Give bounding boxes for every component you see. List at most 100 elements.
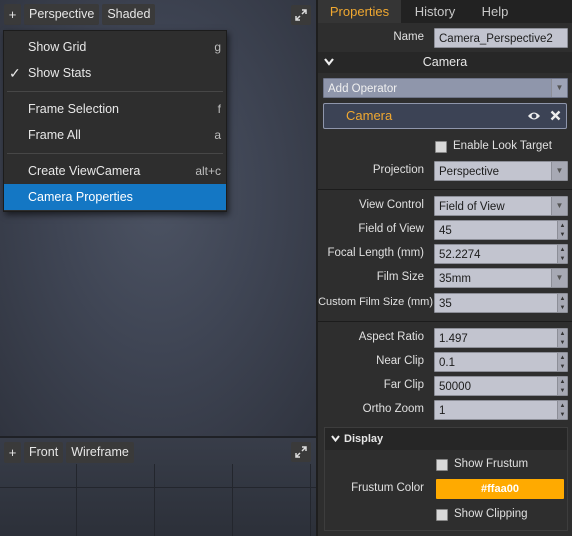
near-clip-label: Near Clip xyxy=(376,355,424,367)
custom-film-size-label: Custom Film Size (mm) xyxy=(318,296,433,308)
view-control-value: Field of View xyxy=(439,201,505,213)
grid-line xyxy=(76,464,77,536)
spinner-icon[interactable]: ▲ ▼ xyxy=(557,329,567,347)
spinner-icon[interactable]: ▲ ▼ xyxy=(557,221,567,239)
field-of-view-label: Field of View xyxy=(358,223,424,235)
focal-length-input[interactable]: 52.2274 ▲ ▼ xyxy=(434,244,568,264)
tab-history[interactable]: History xyxy=(401,0,469,23)
eye-icon[interactable] xyxy=(527,110,541,122)
menu-item-show-grid[interactable]: Show Grid g xyxy=(4,34,226,60)
operator-name: Camera xyxy=(346,108,393,123)
dropdown-arrow-icon: ▼ xyxy=(551,197,567,215)
ortho-zoom-label: Ortho Zoom xyxy=(362,403,424,415)
show-clipping-checkbox[interactable] xyxy=(436,509,448,521)
menu-item-shortcut: g xyxy=(214,40,221,54)
display-section-header[interactable]: Display xyxy=(325,428,567,450)
far-clip-input[interactable]: 50000 ▲ ▼ xyxy=(434,376,568,396)
aspect-ratio-input[interactable]: 1.497 ▲ ▼ xyxy=(434,328,568,348)
maximize-viewport-button[interactable] xyxy=(291,442,311,462)
viewport-toolbar: + Perspective Shaded xyxy=(4,4,156,25)
menu-item-label: Frame Selection xyxy=(28,102,120,116)
menu-item-shortcut: a xyxy=(214,128,221,142)
ortho-zoom-input[interactable]: 1 ▲ ▼ xyxy=(434,400,568,420)
section-separator xyxy=(318,321,572,322)
viewport-add-button[interactable]: + xyxy=(4,4,21,25)
name-field[interactable]: Camera_Perspective2 xyxy=(434,28,568,48)
show-frustum-label: Show Frustum xyxy=(454,458,529,470)
menu-item-label: Show Grid xyxy=(28,40,87,54)
checkmark-icon: ✓ xyxy=(9,65,21,81)
name-label: Name xyxy=(393,31,424,43)
menu-item-label: Create ViewCamera xyxy=(28,164,141,178)
projection-label: Projection xyxy=(372,164,424,176)
camera-operator-card[interactable]: Camera xyxy=(323,103,567,129)
dropdown-arrow-icon: ▼ xyxy=(551,162,567,180)
menu-item-shortcut: alt+c xyxy=(195,164,221,178)
far-clip-value: 50000 xyxy=(439,381,471,393)
display-section-title: Display xyxy=(344,433,384,445)
spinner-icon[interactable]: ▲ ▼ xyxy=(557,294,567,312)
spinner-icon[interactable]: ▲ ▼ xyxy=(557,401,567,419)
show-frustum-checkbox[interactable] xyxy=(436,459,448,471)
properties-panel: Properties History Help Name Camera_Pers… xyxy=(316,0,572,536)
grid-line xyxy=(0,487,316,488)
grid-line xyxy=(310,464,311,536)
dropdown-arrow-icon: ▼ xyxy=(551,79,567,97)
menu-item-label: Show Stats xyxy=(28,66,92,80)
field-of-view-input[interactable]: 45 ▲ ▼ xyxy=(434,220,568,240)
shading-mode-button[interactable]: Shaded xyxy=(102,4,156,25)
menu-item-create-viewcamera[interactable]: Create ViewCamera alt+c xyxy=(4,158,226,184)
aspect-ratio-value: 1.497 xyxy=(439,333,468,345)
custom-film-size-input[interactable]: 35 ▲ ▼ xyxy=(434,293,568,313)
camera-section-title: Camera xyxy=(422,55,468,69)
near-clip-input[interactable]: 0.1 ▲ ▼ xyxy=(434,352,568,372)
spinner-icon[interactable]: ▲ ▼ xyxy=(557,245,567,263)
far-clip-label: Far Clip xyxy=(383,379,424,391)
maximize-viewport-button[interactable] xyxy=(291,5,311,25)
ortho-zoom-value: 1 xyxy=(439,405,446,417)
menu-item-frame-selection[interactable]: Frame Selection f xyxy=(4,96,226,122)
enable-look-target-label: Enable Look Target xyxy=(453,140,552,152)
tab-help[interactable]: Help xyxy=(469,0,521,23)
frustum-color-swatch[interactable]: #ffaa00 xyxy=(436,479,564,499)
panel-tabbar: Properties History Help xyxy=(318,0,572,23)
field-of-view-value: 45 xyxy=(439,225,452,237)
view-control-label: View Control xyxy=(359,199,424,211)
menu-item-show-stats[interactable]: ✓ Show Stats xyxy=(4,60,226,86)
viewport-add-button[interactable]: + xyxy=(4,442,21,463)
tab-properties[interactable]: Properties xyxy=(318,0,401,23)
projection-dropdown[interactable]: Perspective ▼ xyxy=(434,161,568,181)
menu-item-camera-properties[interactable]: Camera Properties xyxy=(4,184,226,210)
add-operator-label: Add Operator xyxy=(328,83,398,95)
frustum-color-label: Frustum Color xyxy=(351,482,424,494)
add-operator-dropdown[interactable]: Add Operator ▼ xyxy=(323,78,568,98)
film-size-dropdown[interactable]: 35mm ▼ xyxy=(434,268,568,288)
focal-length-value: 52.2274 xyxy=(439,249,481,261)
view-mode-button[interactable]: Perspective xyxy=(24,4,100,25)
menu-item-label: Camera Properties xyxy=(28,190,133,204)
menu-separator xyxy=(7,153,223,154)
front-viewport[interactable]: + Front Wireframe xyxy=(0,438,316,536)
view-control-dropdown[interactable]: Field of View ▼ xyxy=(434,196,568,216)
menu-item-label: Frame All xyxy=(28,128,81,142)
enable-look-target-checkbox[interactable] xyxy=(435,141,447,153)
spinner-icon[interactable]: ▲ ▼ xyxy=(557,353,567,371)
viewport-context-menu: Show Grid g ✓ Show Stats Frame Selection… xyxy=(3,30,227,212)
aspect-ratio-label: Aspect Ratio xyxy=(358,331,424,343)
menu-item-shortcut: f xyxy=(217,102,221,116)
perspective-viewport[interactable]: + Perspective Shaded Show Grid g ✓ Show … xyxy=(0,0,316,436)
spinner-icon[interactable]: ▲ ▼ xyxy=(557,377,567,395)
grid-line xyxy=(232,464,233,536)
expand-icon xyxy=(295,446,307,458)
projection-value: Perspective xyxy=(439,166,500,178)
dropdown-arrow-icon: ▼ xyxy=(551,269,567,287)
menu-item-frame-all[interactable]: Frame All a xyxy=(4,122,226,148)
shading-mode-button[interactable]: Wireframe xyxy=(66,442,134,463)
view-mode-button[interactable]: Front xyxy=(24,442,64,463)
custom-film-size-value: 35 xyxy=(439,298,452,310)
close-icon[interactable] xyxy=(550,110,561,121)
menu-separator xyxy=(7,91,223,92)
camera-section-header[interactable]: Camera xyxy=(318,52,572,73)
grid-line xyxy=(154,464,155,536)
show-clipping-label: Show Clipping xyxy=(454,508,528,520)
